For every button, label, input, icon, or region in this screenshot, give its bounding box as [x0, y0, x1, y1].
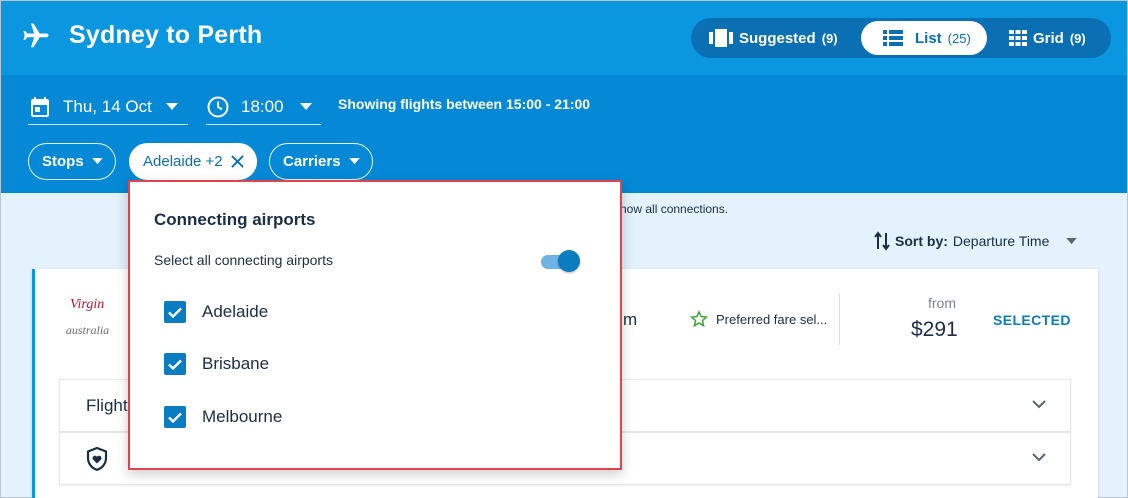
app-header: Sydney to Perth Suggested (9) List (25): [1, 1, 1127, 75]
view-suggested-label: Suggested: [739, 29, 816, 47]
star-outline-icon: [690, 310, 708, 328]
calendar-icon: [31, 96, 49, 117]
connections-info-text: how all connections.: [620, 202, 729, 216]
flight-details-label: Flight: [86, 396, 128, 415]
view-toggle: Suggested (9) List (25) Grid (9): [691, 18, 1111, 58]
view-grid-count: (9): [1069, 30, 1086, 46]
list-icon: [883, 30, 903, 46]
chevron-down-icon: [91, 158, 103, 165]
sort-label: Sort by:: [895, 233, 948, 249]
airline-logo: Virgin australia: [60, 297, 115, 339]
view-suggested-button[interactable]: Suggested (9): [709, 21, 859, 55]
airports-filter-chip[interactable]: Adelaide +2: [129, 143, 257, 180]
airport-option-brisbane[interactable]: Brisbane: [164, 353, 269, 375]
airline-logo-mark: Virgin: [70, 297, 105, 312]
time-picker[interactable]: 18:00: [206, 89, 321, 125]
card-divider: [839, 293, 840, 345]
airport-option-adelaide[interactable]: Adelaide: [164, 301, 268, 323]
date-value: Thu, 14 Oct: [63, 96, 152, 116]
from-label: from: [928, 295, 956, 311]
shield-heart-icon: [86, 447, 108, 471]
view-grid-label: Grid: [1033, 29, 1064, 47]
view-list-label: List: [915, 29, 942, 47]
checkbox-checked-icon[interactable]: [164, 301, 186, 323]
chevron-down-icon: [299, 102, 312, 110]
page-title: Sydney to Perth: [69, 21, 263, 49]
airport-option-label: Melbourne: [202, 407, 283, 426]
chevron-down-icon: [348, 158, 360, 165]
sort-arrows-icon: [874, 231, 890, 251]
select-all-label: Select all connecting airports: [154, 252, 333, 268]
chevron-down-icon[interactable]: [1032, 400, 1046, 409]
time-range-text: Showing flights between 15:00 - 21:00: [338, 96, 591, 112]
sort-value: Departure Time: [952, 233, 1050, 249]
preferred-fare-label: Preferred fare sel...: [716, 311, 828, 327]
date-picker[interactable]: Thu, 14 Oct: [28, 89, 188, 125]
arrival-time-fragment: m: [623, 310, 638, 329]
carousel-icon: [709, 29, 733, 47]
airport-option-melbourne[interactable]: Melbourne: [164, 406, 282, 428]
selected-button[interactable]: SELECTED: [993, 312, 1071, 328]
stops-filter-chip[interactable]: Stops: [28, 143, 116, 180]
grid-icon: [1009, 30, 1027, 46]
carriers-filter-chip[interactable]: Carriers: [269, 143, 373, 180]
airport-option-label: Adelaide: [202, 302, 269, 321]
airplane-icon: [23, 23, 49, 48]
connecting-airports-popup: Connecting airports Select all connectin…: [128, 180, 622, 470]
view-suggested-count: (9): [821, 30, 838, 46]
view-grid-button[interactable]: Grid (9): [1009, 21, 1109, 55]
checkbox-checked-icon[interactable]: [164, 406, 186, 428]
chevron-down-icon[interactable]: [1032, 453, 1046, 462]
airline-logo-text: australia: [65, 323, 110, 337]
select-all-toggle[interactable]: [541, 250, 581, 272]
sort-control[interactable]: Sort by: Departure Time: [874, 231, 1078, 251]
airports-filter-label: Adelaide +2: [143, 153, 223, 170]
stops-filter-label: Stops: [42, 153, 84, 170]
chevron-down-icon: [165, 102, 178, 110]
fare-price: $291: [911, 318, 958, 341]
chevron-down-icon: [1066, 237, 1078, 244]
toggle-knob: [558, 250, 580, 272]
airport-option-label: Brisbane: [202, 354, 270, 373]
view-list-count: (25): [947, 30, 971, 46]
carriers-filter-label: Carriers: [283, 153, 341, 170]
close-icon[interactable]: [230, 155, 244, 168]
preferred-fare: Preferred fare sel...: [690, 310, 827, 328]
checkbox-checked-icon[interactable]: [164, 353, 186, 375]
popup-title: Connecting airports: [154, 210, 316, 229]
time-value: 18:00: [241, 96, 284, 116]
search-toolbar: Thu, 14 Oct 18:00 Showing flights betwee…: [1, 75, 1127, 193]
clock-icon: [207, 96, 229, 117]
view-list-button[interactable]: List (25): [861, 21, 987, 55]
